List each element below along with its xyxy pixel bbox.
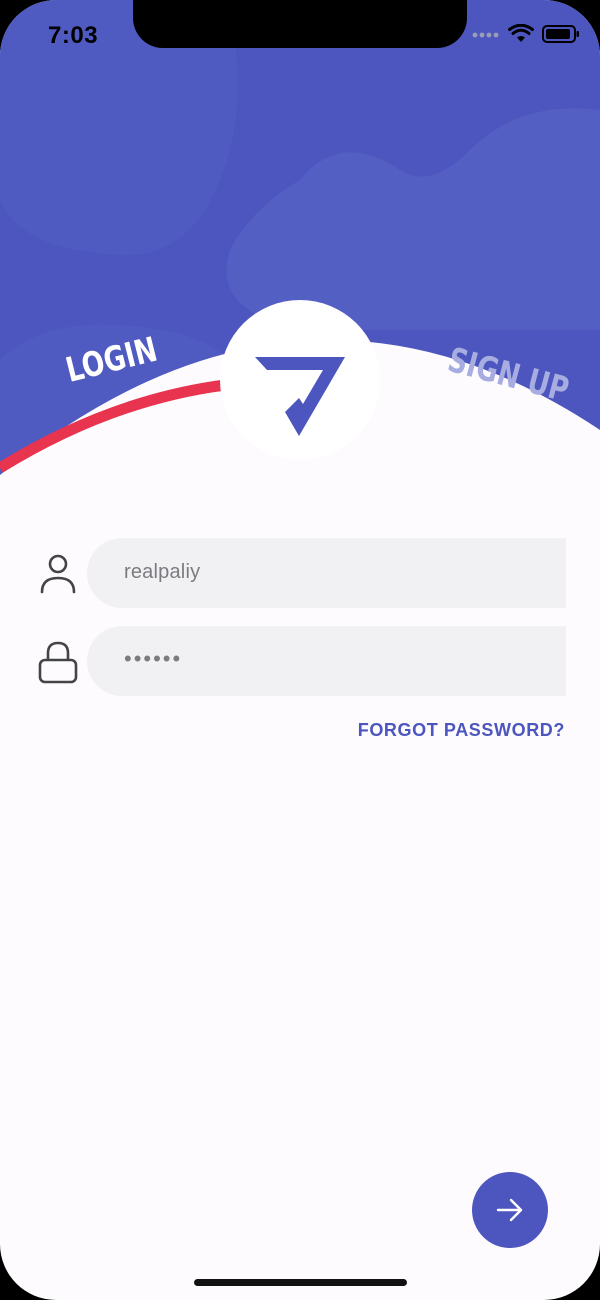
status-time: 7:03 (48, 22, 99, 49)
username-field[interactable]: realpaliy (87, 538, 566, 608)
password-field[interactable]: •••••• (87, 626, 566, 696)
lock-icon (38, 641, 78, 684)
password-value: •••••• (124, 646, 183, 671)
forgot-password-link[interactable]: FORGOT PASSWORD? (358, 720, 565, 741)
submit-button[interactable] (472, 1172, 548, 1248)
triangle-check-logo (255, 357, 345, 436)
login-screen: 7:03 LOGIN SIGN UP realpaliy •••••• FORG… (0, 0, 600, 1300)
home-indicator[interactable] (194, 1279, 407, 1286)
battery-icon (542, 25, 579, 43)
status-icons (472, 24, 580, 44)
username-row: realpaliy (0, 538, 600, 608)
signal-icon (472, 32, 499, 38)
device-notch (133, 0, 467, 48)
wifi-icon (508, 24, 534, 42)
user-icon (40, 554, 76, 594)
arrow-right-icon (496, 1198, 523, 1222)
logo-badge (220, 300, 380, 460)
username-value: realpaliy (124, 561, 201, 583)
password-row: •••••• (0, 626, 600, 696)
